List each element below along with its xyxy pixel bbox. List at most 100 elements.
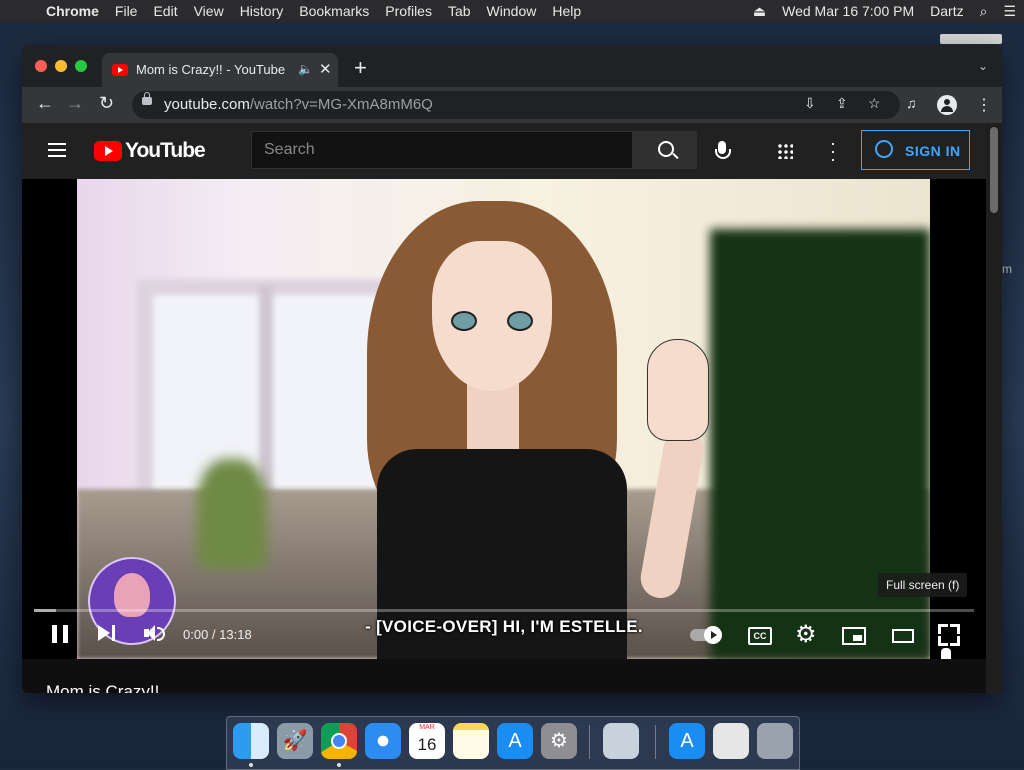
menu-bookmarks[interactable]: Bookmarks bbox=[299, 3, 369, 19]
pause-icon[interactable] bbox=[52, 625, 68, 643]
youtube-logo-icon[interactable] bbox=[94, 141, 122, 161]
control-center-icon[interactable]: ☰ bbox=[1003, 3, 1016, 20]
volume-icon[interactable] bbox=[144, 625, 165, 641]
tab-youtube[interactable]: Mom is Crazy!! - YouTube 🔈 ✕ bbox=[102, 53, 338, 87]
character-face bbox=[432, 241, 552, 391]
spotlight-search-icon[interactable]: ⌕ bbox=[980, 3, 988, 20]
notes-icon[interactable] bbox=[453, 723, 489, 759]
documents-stack-icon[interactable] bbox=[713, 723, 749, 759]
search-icon[interactable] bbox=[633, 131, 697, 169]
progress-buffered bbox=[34, 609, 56, 612]
eject-icon[interactable]: ⏏ bbox=[753, 3, 766, 20]
menu-file[interactable]: File bbox=[115, 3, 138, 19]
menu-profiles[interactable]: Profiles bbox=[385, 3, 432, 19]
autoplay-toggle[interactable] bbox=[690, 626, 722, 644]
microphone-icon[interactable] bbox=[715, 141, 731, 159]
sign-in-button[interactable]: SIGN IN bbox=[861, 130, 970, 170]
sign-in-label: SIGN IN bbox=[905, 143, 961, 159]
app-store-download-icon[interactable]: A bbox=[669, 723, 705, 759]
menu-tab[interactable]: Tab bbox=[448, 3, 471, 19]
menu-history[interactable]: History bbox=[240, 3, 284, 19]
system-preferences-icon[interactable]: ⚙ bbox=[541, 723, 577, 759]
tab-title: Mom is Crazy!! - YouTube bbox=[136, 62, 286, 77]
tab-audio-icon[interactable]: 🔈 bbox=[298, 62, 313, 76]
desktop-file-icon[interactable] bbox=[940, 34, 1002, 44]
menu-view[interactable]: View bbox=[194, 3, 224, 19]
search-input[interactable]: Search bbox=[251, 131, 633, 169]
youtube-favicon-icon bbox=[112, 64, 128, 76]
youtube-header: YouTube Search · · · SIGN IN bbox=[22, 123, 986, 179]
preview-icon[interactable] bbox=[603, 723, 639, 759]
reload-icon[interactable]: ↻ bbox=[99, 93, 114, 114]
tab-strip: Mom is Crazy!! - YouTube 🔈 ✕ + ⌄ bbox=[22, 45, 1002, 87]
dock-separator bbox=[589, 725, 590, 759]
youtube-page: YouTube Search · · · SIGN IN Full screen… bbox=[22, 123, 1002, 693]
trash-icon[interactable] bbox=[757, 723, 793, 759]
chrome-icon[interactable] bbox=[321, 723, 357, 759]
video-frame[interactable] bbox=[77, 179, 930, 659]
bookmark-star-icon[interactable]: ☆ bbox=[868, 95, 881, 112]
dock-separator bbox=[655, 725, 656, 759]
menubar-clock[interactable]: Wed Mar 16 7:00 PM bbox=[782, 3, 914, 19]
close-window-button[interactable] bbox=[35, 60, 47, 72]
lock-icon[interactable] bbox=[142, 92, 152, 105]
menu-edit[interactable]: Edit bbox=[153, 3, 177, 19]
address-bar[interactable]: youtube.com/watch?v=MG-XmA8mM6Q ⇩ ⇪ ☆ bbox=[132, 91, 900, 119]
hand-cursor-icon bbox=[940, 647, 952, 659]
install-app-icon[interactable]: ⇩ bbox=[804, 95, 816, 112]
new-tab-button[interactable]: + bbox=[354, 55, 367, 81]
browser-toolbar: ← → ↻ youtube.com/watch?v=MG-XmA8mM6Q ⇩ … bbox=[22, 87, 1002, 123]
subtitles-cc-icon[interactable]: CC bbox=[748, 627, 772, 645]
desktop-file-label: m bbox=[1002, 262, 1012, 276]
next-video-icon[interactable] bbox=[98, 625, 116, 641]
menu-window[interactable]: Window bbox=[487, 3, 537, 19]
url-text[interactable]: youtube.com/watch?v=MG-XmA8mM6Q bbox=[164, 96, 433, 113]
rocket-glyph: 🚀 bbox=[282, 730, 308, 752]
theater-mode-icon[interactable] bbox=[892, 629, 914, 643]
app-store-icon[interactable]: A bbox=[497, 723, 533, 759]
minimize-window-button[interactable] bbox=[55, 60, 67, 72]
launchpad-icon[interactable]: 🚀 bbox=[277, 723, 313, 759]
character-waving-hand bbox=[647, 339, 709, 441]
media-control-icon[interactable]: ♫ bbox=[906, 95, 917, 111]
fullscreen-tooltip: Full screen (f) bbox=[878, 573, 968, 597]
hamburger-menu-icon[interactable] bbox=[48, 143, 66, 157]
scrollbar-thumb[interactable] bbox=[990, 127, 998, 213]
apps-grid-icon[interactable] bbox=[777, 143, 793, 159]
chrome-menu-icon[interactable]: ⋮ bbox=[976, 95, 992, 115]
tab-close-button[interactable]: ✕ bbox=[319, 60, 332, 78]
share-icon[interactable]: ⇪ bbox=[836, 95, 848, 112]
finder-running-dot bbox=[249, 763, 253, 767]
page-scrollbar[interactable] bbox=[986, 123, 1002, 693]
dock: 🚀 16 A ⚙ A bbox=[226, 716, 800, 770]
finder-icon[interactable] bbox=[233, 723, 269, 759]
settings-gear-icon[interactable] bbox=[795, 620, 817, 649]
gear-glyph: ⚙ bbox=[550, 730, 568, 752]
video-player[interactable]: Full screen (f) - [VOICE-OVER] HI, I'M E… bbox=[22, 179, 986, 659]
chrome-running-dot bbox=[337, 763, 341, 767]
fullscreen-icon[interactable] bbox=[938, 624, 960, 646]
miniplayer-icon[interactable] bbox=[842, 627, 866, 645]
forward-arrow-icon[interactable]: → bbox=[66, 93, 84, 114]
video-title[interactable]: Mom is Crazy!! bbox=[46, 682, 159, 693]
account-icon bbox=[875, 140, 893, 158]
menu-help[interactable]: Help bbox=[552, 3, 581, 19]
fullscreen-window-button[interactable] bbox=[75, 60, 87, 72]
character-eye-right bbox=[507, 311, 533, 331]
app-store-glyph: A bbox=[680, 730, 694, 752]
menu-app-chrome[interactable]: Chrome bbox=[46, 3, 99, 19]
character-eye-left bbox=[451, 311, 477, 331]
menubar-user[interactable]: Dartz bbox=[930, 3, 963, 19]
url-path: /watch?v=MG-XmA8mM6Q bbox=[249, 96, 433, 113]
back-arrow-icon[interactable]: ← bbox=[36, 93, 54, 114]
settings-dots-icon[interactable]: · · · bbox=[830, 134, 836, 168]
tab-search-chevron-icon[interactable]: ⌄ bbox=[978, 59, 988, 73]
youtube-logo-text[interactable]: YouTube bbox=[125, 139, 206, 163]
progress-bar[interactable] bbox=[34, 609, 974, 612]
calendar-icon[interactable]: 16 bbox=[409, 723, 445, 759]
app-store-glyph: A bbox=[508, 730, 522, 752]
safari-icon[interactable] bbox=[365, 723, 401, 759]
chrome-window: Mom is Crazy!! - YouTube 🔈 ✕ + ⌄ ← → ↻ y… bbox=[22, 45, 1002, 693]
scene-plant bbox=[197, 459, 267, 569]
profile-avatar-icon[interactable] bbox=[937, 95, 957, 115]
